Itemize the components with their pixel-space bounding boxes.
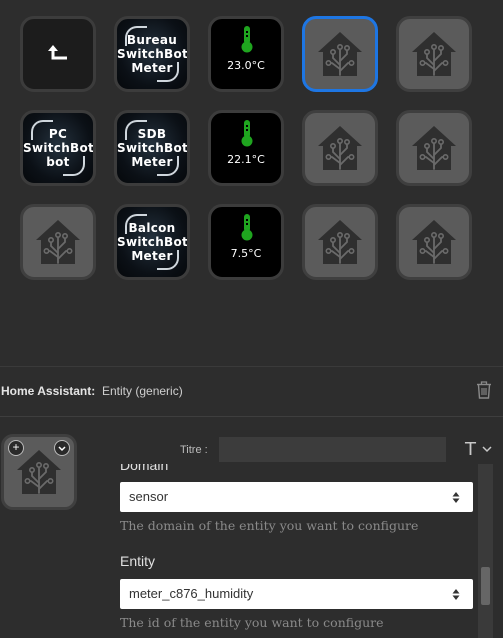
key-temperature-1[interactable]: 23.0°C [208,16,284,92]
key-home-assistant[interactable] [20,204,96,280]
key-image-preview[interactable]: + [1,434,77,510]
key-back[interactable] [20,16,96,92]
chevron-down-icon[interactable] [54,440,70,456]
key-label: Bureau SwitchBot Meter [117,33,189,75]
action-name: Entity (generic) [102,384,183,398]
key-label: PC SwitchBot bot [23,127,95,169]
scrollbar-thumb[interactable] [481,567,490,605]
title-label: Titre : [180,444,208,456]
panel-header: Home Assistant: Entity (generic) [0,367,503,417]
title-input[interactable] [219,437,446,462]
key-home-assistant[interactable] [302,204,378,280]
key-home-assistant[interactable] [396,16,472,92]
key-bureau-switchbot-meter[interactable]: Bureau SwitchBot Meter [114,16,190,92]
domain-select[interactable]: sensor [120,482,473,512]
key-temperature-3[interactable]: 7.5°C [208,204,284,280]
temperature-value: 7.5°C [230,247,262,260]
select-arrows-icon [452,492,460,503]
temperature-value: 23.0°C [227,59,265,72]
temperature-value: 22.1°C [227,153,265,166]
key-temperature-2[interactable]: 22.1°C [208,110,284,186]
settings-scroll-area: Domain sensor The domain of the entity y… [120,464,478,638]
home-assistant-icon [31,215,85,269]
home-assistant-icon [407,27,461,81]
domain-label: Domain [120,464,169,473]
key-home-assistant[interactable] [302,110,378,186]
key-pc-switchbot-bot[interactable]: PC SwitchBot bot [20,110,96,186]
home-assistant-icon [313,27,367,81]
scrollbar[interactable] [478,464,493,638]
entity-help-text: The id of the entity you want to configu… [120,615,384,630]
select-arrows-icon [452,589,460,600]
home-assistant-icon [313,215,367,269]
plus-icon[interactable]: + [8,440,24,456]
entity-label: Entity [120,553,156,569]
thermometer-icon [239,119,255,147]
key-balcon-switchbot-meter[interactable]: Balcon SwitchBot Meter [114,204,190,280]
thermometer-icon [239,213,255,241]
key-grid: Bureau SwitchBot Meter 23.0°C PC SwitchB… [0,0,503,366]
trash-icon[interactable] [476,381,492,399]
domain-help-text: The domain of the entity you want to con… [120,518,419,533]
home-assistant-icon [313,121,367,175]
back-arrow-icon [48,45,67,60]
key-home-assistant[interactable] [396,204,472,280]
home-assistant-icon [407,215,461,269]
entity-select[interactable]: meter_c876_humidity [120,579,473,609]
thermometer-icon [239,25,255,53]
home-assistant-icon [407,121,461,175]
key-sdb-switchbot-meter[interactable]: SDB SwitchBot Meter [114,110,190,186]
key-label: SDB SwitchBot Meter [117,127,189,169]
title-type-icon[interactable]: T [465,439,476,460]
key-home-assistant-selected[interactable] [302,16,378,92]
key-home-assistant[interactable] [396,110,472,186]
property-inspector: Home Assistant: Entity (generic) + Titre… [0,366,503,638]
key-label: Balcon SwitchBot Meter [117,221,189,263]
chevron-down-icon[interactable] [482,446,492,453]
plugin-name: Home Assistant: [1,384,96,398]
